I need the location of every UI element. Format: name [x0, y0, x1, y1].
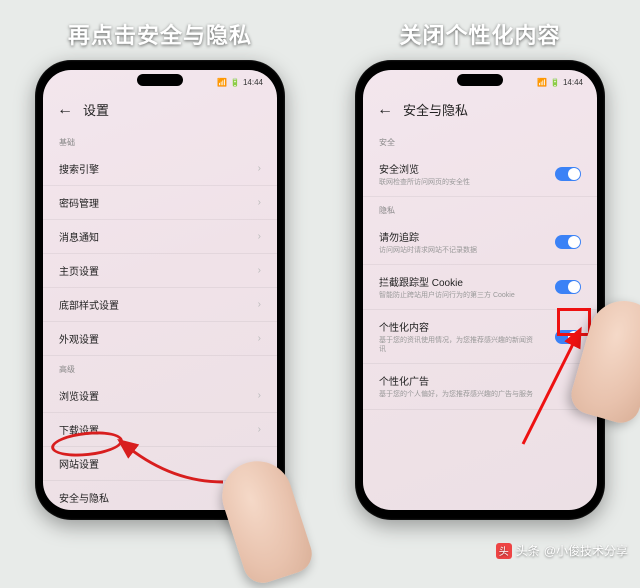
back-icon[interactable]: ← [377, 102, 393, 118]
chevron-right-icon: › [258, 197, 261, 208]
section-basic: 基础 [43, 129, 277, 152]
section-privacy: 隐私 [363, 197, 597, 220]
chevron-right-icon: › [258, 231, 261, 242]
toggle-safe-browsing[interactable] [555, 167, 581, 181]
status-time: 14:44 [563, 78, 583, 87]
row-password[interactable]: 密码管理› [43, 186, 277, 220]
screen-left: 📶 🔋 14:44 ← 设置 基础 搜索引擎› 密码管理› 消息通知› 主页设置… [43, 70, 277, 510]
row-homepage[interactable]: 主页设置› [43, 254, 277, 288]
watermark-handle: @小俊技术分享 [544, 542, 628, 559]
phone-frame: 📶 🔋 14:44 ← 安全与隐私 安全 安全浏览联网检查所访问网页的安全性 隐… [355, 60, 605, 520]
camera-notch [457, 74, 503, 86]
signal-icon: 📶 [537, 78, 547, 87]
section-advanced: 高级 [43, 356, 277, 379]
back-icon[interactable]: ← [57, 102, 73, 118]
toggle-personalized-content[interactable] [555, 330, 581, 344]
page-title: 安全与隐私 [403, 100, 468, 119]
row-downloads[interactable]: 下载设置› [43, 413, 277, 447]
nav-header: ← 设置 [43, 94, 277, 129]
toutiao-icon: 头 [496, 543, 512, 559]
phone-frame: 📶 🔋 14:44 ← 设置 基础 搜索引擎› 密码管理› 消息通知› 主页设置… [35, 60, 285, 520]
row-notifications[interactable]: 消息通知› [43, 220, 277, 254]
battery-icon: 🔋 [550, 78, 560, 87]
row-bottom-style[interactable]: 底部样式设置› [43, 288, 277, 322]
caption-right: 关闭个性化内容 [399, 18, 560, 50]
row-personalized-content[interactable]: 个性化内容基于您的资讯使用情况，为您推荐感兴趣的新闻资讯 [363, 310, 597, 364]
chevron-right-icon: › [258, 265, 261, 276]
camera-notch [137, 74, 183, 86]
page-title: 设置 [83, 100, 109, 119]
row-browsing[interactable]: 浏览设置› [43, 379, 277, 413]
toggle-dnt[interactable] [555, 235, 581, 249]
watermark-prefix: 头条 [516, 542, 540, 559]
chevron-right-icon: › [258, 299, 261, 310]
row-appearance[interactable]: 外观设置› [43, 322, 277, 356]
chevron-right-icon: › [258, 163, 261, 174]
row-search-engine[interactable]: 搜索引擎› [43, 152, 277, 186]
section-security: 安全 [363, 129, 597, 152]
status-time: 14:44 [243, 78, 263, 87]
toggle-cookies[interactable] [555, 280, 581, 294]
row-do-not-track[interactable]: 请勿追踪访问网站时请求网站不记录数据 [363, 220, 597, 265]
row-personalized-ads[interactable]: 个性化广告基于您的个人偏好，为您推荐感兴趣的广告与服务 › [363, 364, 597, 409]
row-safe-browsing[interactable]: 安全浏览联网检查所访问网页的安全性 [363, 152, 597, 197]
row-block-cookies[interactable]: 拦截跟踪型 Cookie智能防止跨站用户访问行为的第三方 Cookie [363, 265, 597, 310]
caption-left: 再点击安全与隐私 [68, 18, 252, 50]
signal-icon: 📶 [217, 78, 227, 87]
nav-header: ← 安全与隐私 [363, 94, 597, 129]
battery-icon: 🔋 [230, 78, 240, 87]
screen-right: 📶 🔋 14:44 ← 安全与隐私 安全 安全浏览联网检查所访问网页的安全性 隐… [363, 70, 597, 510]
chevron-right-icon: › [258, 333, 261, 344]
watermark: 头 头条 @小俊技术分享 [496, 542, 628, 559]
chevron-right-icon: › [258, 424, 261, 435]
chevron-right-icon: › [258, 390, 261, 401]
